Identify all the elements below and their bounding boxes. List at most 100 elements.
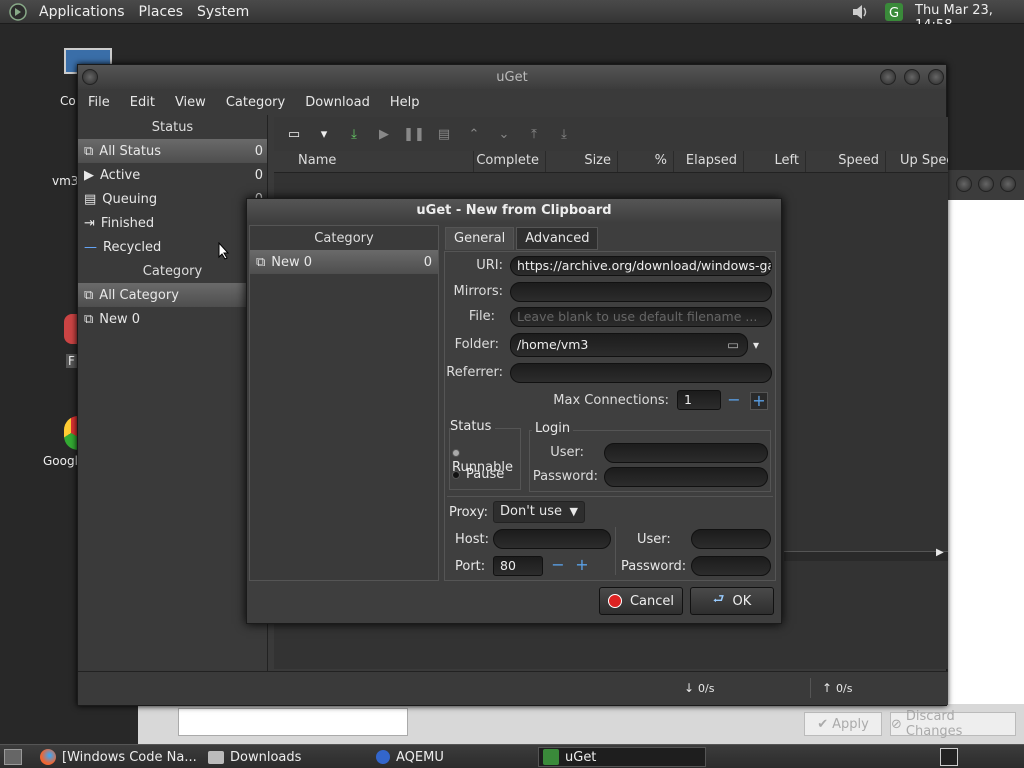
show-desktop-icon[interactable] <box>4 749 22 765</box>
radio-unselected-icon <box>452 470 460 479</box>
column-header[interactable]: Name <box>274 151 474 172</box>
ok-button[interactable]: ⮐ OK <box>690 587 774 615</box>
mirrors-field[interactable] <box>510 282 772 302</box>
text-area[interactable] <box>178 708 408 736</box>
increase-icon[interactable]: + <box>573 557 591 575</box>
dialog-title[interactable]: uGet - New from Clipboard <box>247 199 781 223</box>
firefox-icon[interactable] <box>64 314 78 344</box>
system-menu[interactable]: System <box>190 4 256 20</box>
move-bottom-icon[interactable]: ⤓ <box>554 124 574 144</box>
desktop-icon-label[interactable]: F <box>66 354 77 368</box>
dialog-category-new-0[interactable]: ⧉ New 0 0 <box>250 250 438 274</box>
apply-button[interactable]: ✔ Apply <box>804 712 882 736</box>
desktop-icon-label[interactable]: Googl <box>43 454 78 468</box>
uget-tray-icon[interactable]: G <box>884 2 904 22</box>
cancel-button[interactable]: Cancel <box>599 587 683 615</box>
status-separator <box>810 678 811 698</box>
taskbar-item-uget[interactable]: uGet <box>538 747 706 767</box>
taskbar-item-windows-code[interactable]: [Windows Code Na... <box>36 747 198 767</box>
minimize-icon[interactable] <box>880 69 896 85</box>
uri-field[interactable]: https://archive.org/download/windows-gar… <box>510 256 772 276</box>
places-menu[interactable]: Places <box>132 4 191 20</box>
max-connections-field[interactable]: 1 <box>677 390 721 410</box>
folder-field[interactable]: /home/vm3 ▭ <box>510 333 748 357</box>
top-panel: Applications Places System G Thu Mar 23,… <box>0 0 1024 33</box>
close-icon[interactable] <box>928 69 944 85</box>
tab-advanced[interactable]: Advanced <box>516 227 599 250</box>
menu-file[interactable]: File <box>78 95 120 110</box>
column-header[interactable]: Up Spee <box>886 151 948 172</box>
sidebar-item-finished[interactable]: ⇥ Finished <box>78 211 267 235</box>
file-field[interactable]: Leave blank to use default filename ... <box>510 307 772 327</box>
tab-general[interactable]: General <box>445 227 515 250</box>
horizontal-scrollbar[interactable] <box>784 551 948 561</box>
desktop-icon-label[interactable]: Co <box>60 94 76 108</box>
taskbar-item-aqemu[interactable]: AQEMU <box>372 747 532 767</box>
proxy-select[interactable]: Don't use ▼ <box>493 501 585 523</box>
decrease-icon[interactable]: − <box>725 392 743 410</box>
maximize-icon[interactable] <box>978 176 994 192</box>
menu-category[interactable]: Category <box>216 95 295 110</box>
move-up-icon[interactable]: ⌃ <box>464 124 484 144</box>
all-status-icon: ⧉ <box>84 143 94 159</box>
pause-radio[interactable]: Pause <box>452 467 504 482</box>
volume-icon[interactable] <box>850 2 870 22</box>
discard-changes-button[interactable]: ⊘ Discard Changes <box>890 709 1016 739</box>
task-label: AQEMU <box>396 749 444 765</box>
menu-help[interactable]: Help <box>380 95 430 110</box>
apply-label: Apply <box>832 716 869 732</box>
sidebar-item-all-category[interactable]: ⧉ All Category <box>78 283 267 307</box>
menu-edit[interactable]: Edit <box>120 95 165 110</box>
window-menu-icon[interactable] <box>82 69 98 85</box>
proxy-user-field[interactable] <box>691 529 771 549</box>
column-header[interactable]: Left <box>744 151 806 172</box>
download-icon[interactable]: ⤓ <box>344 124 364 144</box>
move-top-icon[interactable]: ⤒ <box>524 124 544 144</box>
sidebar-item-active[interactable]: ▶ Active 0 <box>78 163 267 187</box>
finished-icon: ⇥ <box>84 215 95 231</box>
applications-menu[interactable]: Applications <box>32 4 132 20</box>
referrer-field[interactable] <box>510 363 772 383</box>
workspace-switcher-icon[interactable] <box>940 748 958 766</box>
minimize-icon[interactable] <box>956 176 972 192</box>
sidebar-item-recycled[interactable]: — Recycled <box>78 235 267 259</box>
proxy-password-field[interactable] <box>691 556 771 576</box>
column-header[interactable]: Complete <box>474 151 546 172</box>
chrome-icon[interactable] <box>64 416 78 450</box>
pause-icon[interactable]: ❚❚ <box>403 124 425 144</box>
folder-dropdown-icon[interactable]: ▾ <box>753 338 759 352</box>
proxy-host-field[interactable] <box>493 529 611 549</box>
sidebar-item-new-0[interactable]: ⧉ New 0 <box>78 307 267 331</box>
column-header[interactable]: Speed <box>806 151 886 172</box>
sidebar-item-label: Active <box>100 167 141 183</box>
column-header[interactable]: Elapsed <box>674 151 744 172</box>
menu-view[interactable]: View <box>165 95 216 110</box>
maximize-icon[interactable] <box>904 69 920 85</box>
sidebar-item-all-status[interactable]: ⧉ All Status 0 <box>78 139 267 163</box>
menu-download[interactable]: Download <box>295 95 380 110</box>
login-user-field[interactable] <box>604 443 768 463</box>
folder-browse-icon[interactable]: ▭ <box>727 334 739 356</box>
dialog-tabs: General Advanced <box>445 227 599 250</box>
start-icon[interactable]: ▶ <box>374 124 394 144</box>
sidebar-item-queuing[interactable]: ▤ Queuing 0 <box>78 187 267 211</box>
category-icon: ⧉ <box>256 254 266 270</box>
properties-icon[interactable]: ▤ <box>434 124 454 144</box>
move-down-icon[interactable]: ⌄ <box>494 124 514 144</box>
close-icon[interactable] <box>1000 176 1016 192</box>
increase-icon[interactable]: + <box>750 392 768 410</box>
new-download-icon[interactable]: ▭ <box>284 124 304 144</box>
decrease-icon[interactable]: − <box>549 557 567 575</box>
gnome-foot-icon[interactable] <box>8 2 28 22</box>
title-bar[interactable]: uGet <box>78 65 946 89</box>
column-header[interactable]: % <box>618 151 674 172</box>
login-password-field[interactable] <box>604 467 768 487</box>
scroll-right-icon[interactable]: ▶ <box>936 547 944 558</box>
proxy-port-field[interactable]: 80 <box>493 556 543 576</box>
folder-value: /home/vm3 <box>517 337 589 352</box>
desktop-icon-label[interactable]: vm3 <box>52 174 78 188</box>
column-header[interactable]: Size <box>546 151 618 172</box>
dropdown-arrow-icon[interactable]: ▾ <box>314 124 334 144</box>
status-group: Status Runnable Pause <box>449 419 521 490</box>
taskbar-item-downloads[interactable]: Downloads <box>204 747 364 767</box>
